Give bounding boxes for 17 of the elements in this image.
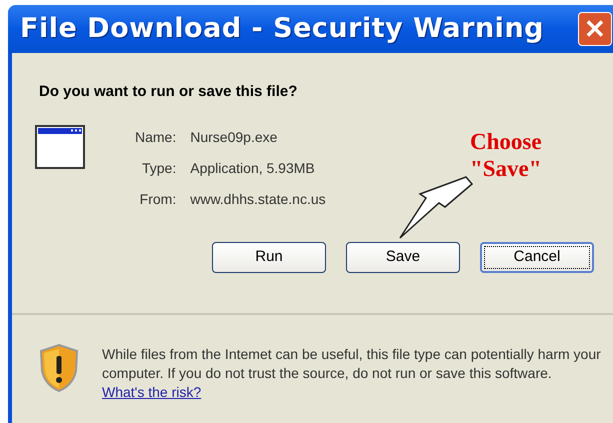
shield-warning-icon [38, 343, 80, 393]
field-label: Name: [135, 128, 176, 147]
field-value: Application, 5.93MB [190, 159, 316, 178]
window-title: File Download - Security Warning [20, 12, 544, 46]
close-button[interactable]: ✕ [578, 12, 612, 46]
application-window-icon [35, 125, 85, 169]
question-text: Do you want to run or save this file? [38, 82, 298, 102]
field-value: Nurse09p.exe [190, 128, 278, 147]
annotation-text: Choose "Save" [470, 128, 542, 182]
dialog-button[interactable]: Run [212, 242, 326, 273]
risk-link[interactable]: What's the risk? [102, 384, 202, 400]
field-label: From: [138, 190, 176, 209]
warning-text: While files from the Intemet can be useful, this file type can potentially harm your computer. If you do not trust the source, do not run or save this software. What's the risk? [102, 345, 602, 402]
dialog-button[interactable]: Cancel [480, 242, 594, 273]
field-value: www.dhhs.state.nc.us [190, 190, 326, 209]
field-label: Type: [140, 159, 176, 178]
dialog-button[interactable]: Save [346, 242, 460, 273]
